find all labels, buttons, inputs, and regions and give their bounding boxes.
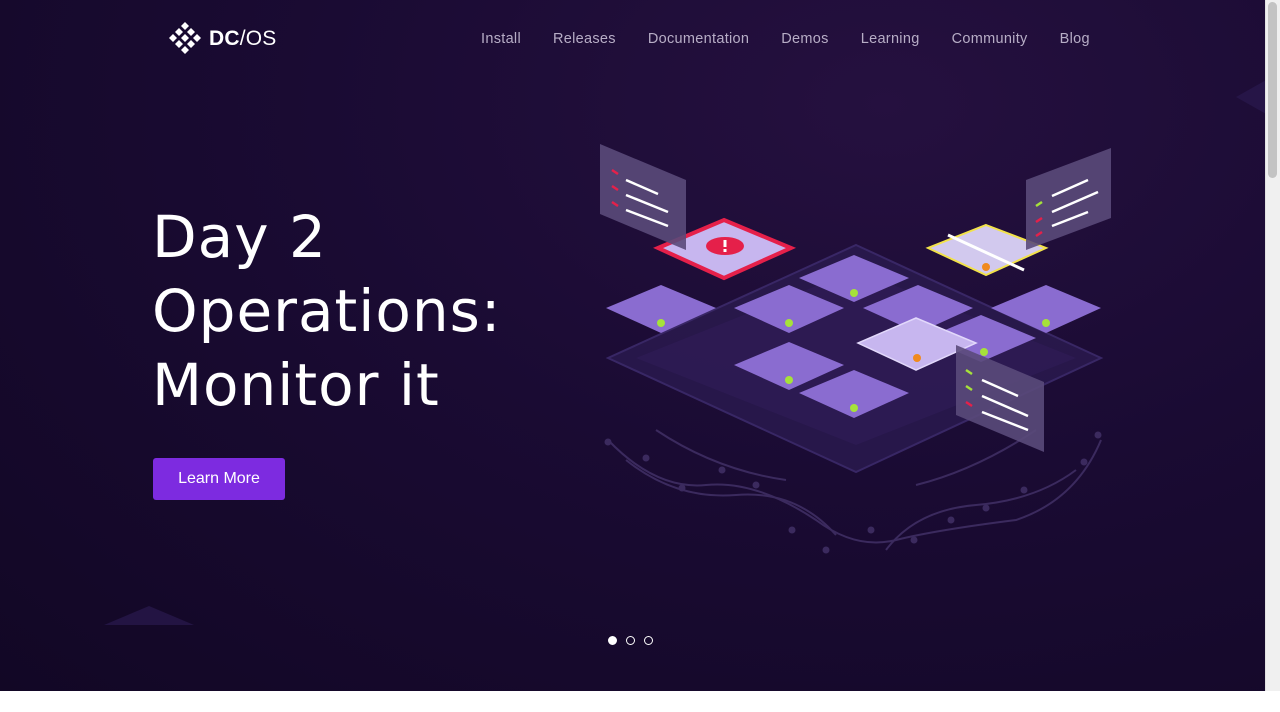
learn-more-button[interactable]: Learn More bbox=[153, 458, 285, 500]
page-scrollbar-thumb[interactable] bbox=[1268, 2, 1277, 178]
dcos-logo[interactable]: DC/OS bbox=[168, 20, 277, 58]
logo-dc-text: DC bbox=[209, 27, 240, 50]
nav-blog[interactable]: Blog bbox=[1060, 30, 1090, 48]
hero-headline: Day 2 Operations: Monitor it bbox=[152, 200, 501, 422]
main-nav: Install Releases Documentation Demos Lea… bbox=[481, 30, 1090, 48]
headline-line-3: Monitor it bbox=[152, 351, 440, 419]
cluster-illustration bbox=[600, 144, 1111, 554]
nav-demos[interactable]: Demos bbox=[781, 30, 828, 48]
headline-line-1: Day 2 bbox=[152, 203, 327, 271]
decorative-shape-right bbox=[1236, 80, 1265, 114]
hero-banner: DC/OS Install Releases Documentation Dem… bbox=[0, 0, 1265, 691]
nav-community[interactable]: Community bbox=[952, 30, 1028, 48]
carousel-dot-3[interactable] bbox=[644, 636, 653, 645]
log-panel-left bbox=[600, 144, 686, 250]
logo-wordmark: DC/OS bbox=[209, 27, 277, 51]
nav-install[interactable]: Install bbox=[481, 30, 521, 48]
logo-os-text: /OS bbox=[239, 27, 277, 50]
log-panel-right bbox=[1026, 148, 1111, 250]
nav-learning[interactable]: Learning bbox=[861, 30, 920, 48]
nav-releases[interactable]: Releases bbox=[553, 30, 616, 48]
nav-documentation[interactable]: Documentation bbox=[648, 30, 749, 48]
decorative-shape bbox=[104, 606, 194, 625]
carousel-dot-1[interactable] bbox=[608, 636, 617, 645]
headline-line-2: Operations: bbox=[152, 277, 502, 345]
dcos-logo-icon bbox=[169, 22, 201, 54]
carousel-dot-2[interactable] bbox=[626, 636, 635, 645]
carousel-indicators bbox=[608, 636, 653, 645]
